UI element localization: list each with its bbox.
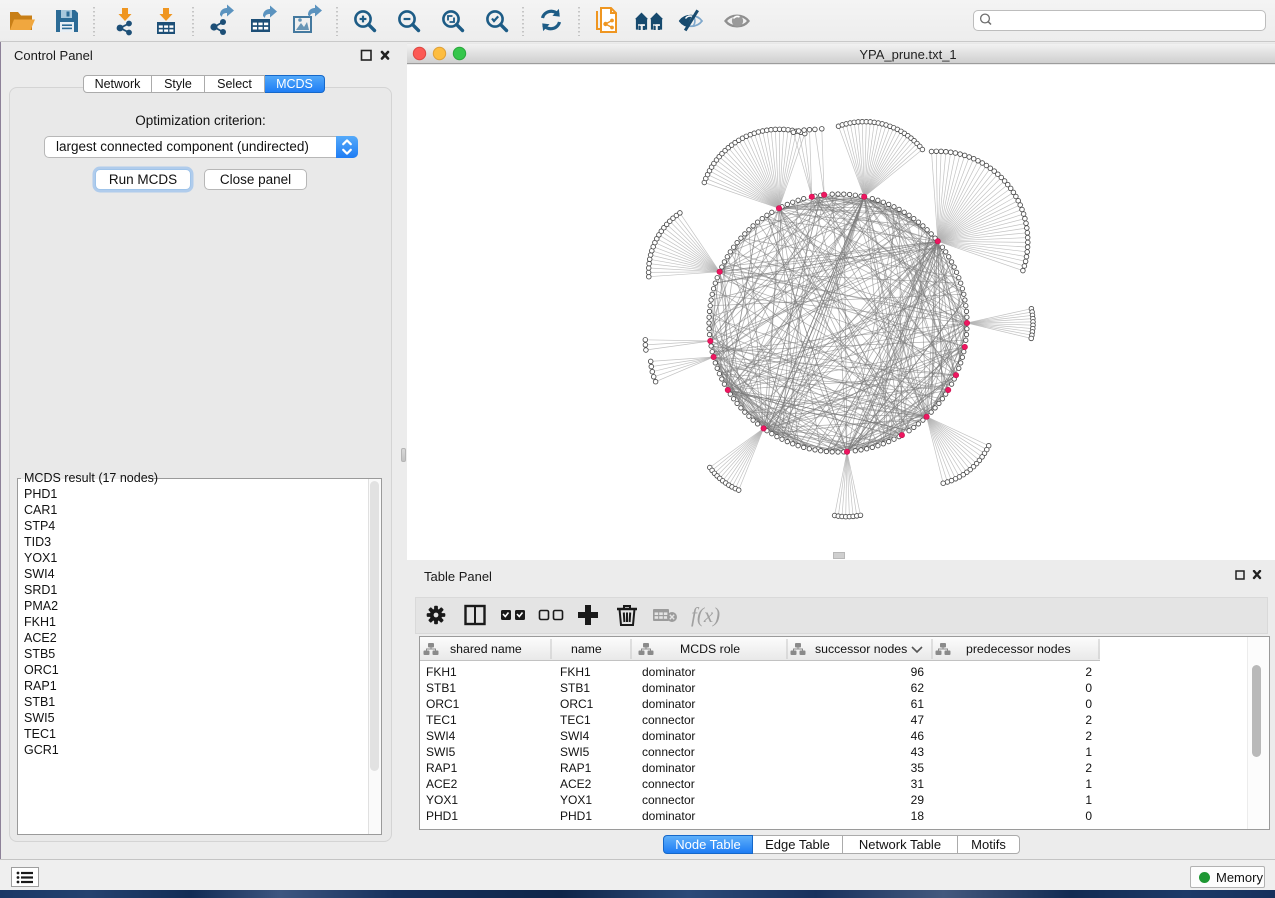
svg-text:f(x): f(x) [691, 603, 720, 627]
